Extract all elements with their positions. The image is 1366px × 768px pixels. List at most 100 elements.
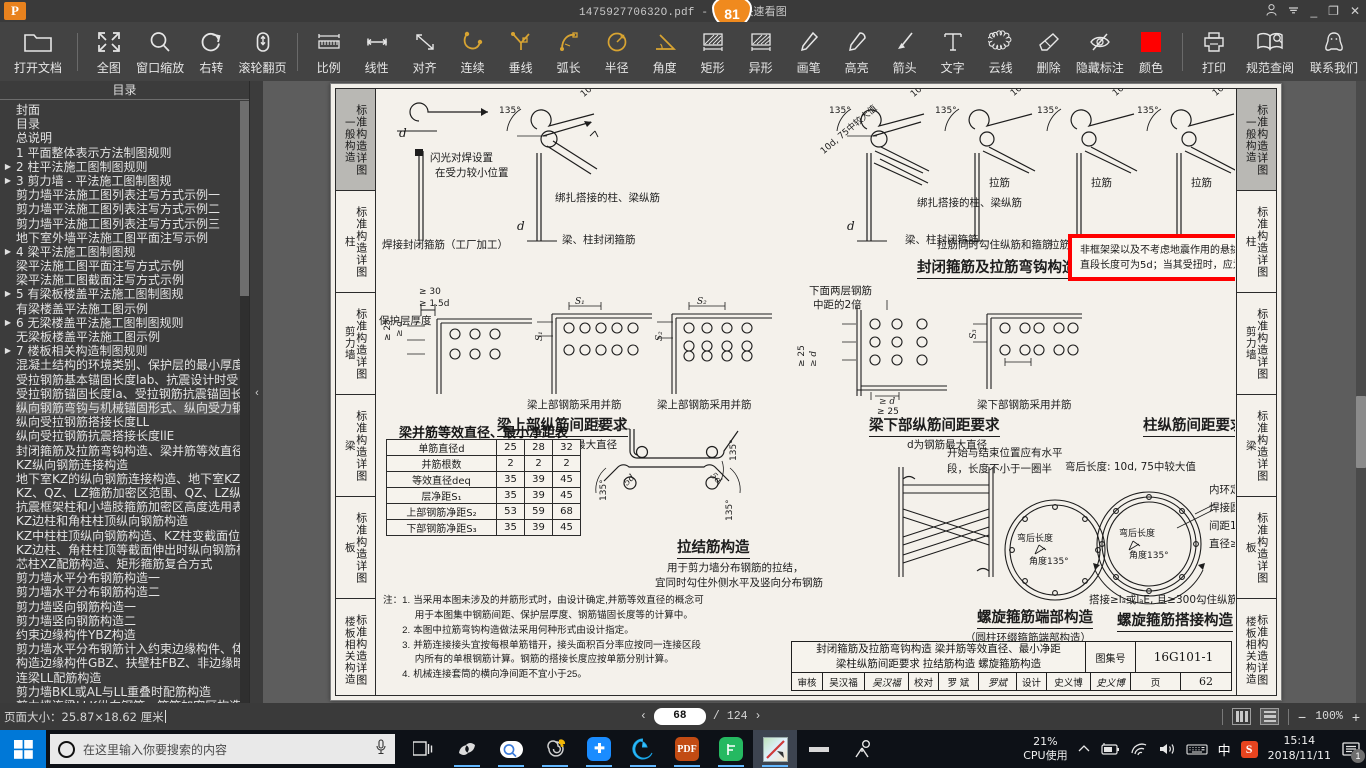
open-document-button[interactable]: 打开文档	[6, 24, 70, 80]
document-scrollbar[interactable]	[1356, 81, 1366, 703]
toc-scrollbar[interactable]	[240, 101, 249, 703]
windows-start-icon[interactable]	[0, 730, 46, 768]
task-view-icon[interactable]	[401, 730, 445, 768]
scale-button[interactable]: 比例	[305, 24, 353, 80]
toc-item[interactable]: 剪力墙竖向钢筋构造一	[0, 600, 241, 614]
expand-arrow-icon[interactable]: ▶	[0, 287, 16, 301]
keyboard-icon[interactable]	[1186, 743, 1208, 756]
window-icon[interactable]	[797, 730, 841, 768]
delete-button[interactable]: 删除	[1025, 24, 1073, 80]
toc-item[interactable]: 纵向受拉钢筋抗震搭接长度llE	[0, 429, 241, 443]
toc-item[interactable]: 剪力墙BKL或AL与LL重叠时配筋构造	[0, 685, 241, 699]
expand-arrow-icon[interactable]: ▶	[0, 245, 16, 259]
pen-button[interactable]: 画笔	[785, 24, 833, 80]
perpendicular-button[interactable]: 垂线	[497, 24, 545, 80]
toc-item[interactable]: 剪力墙平法施工图列表注写方式示例三	[0, 217, 241, 231]
battery-icon[interactable]	[1100, 742, 1120, 756]
wifi-icon[interactable]	[1130, 742, 1148, 756]
toc-item[interactable]: 混凝土结构的环境类别、保护层的最小厚度	[0, 358, 241, 372]
window-zoom-button[interactable]: 窗口缩放	[133, 24, 187, 80]
toc-item[interactable]: 地下室KZ的纵向钢筋连接构造、地下室KZ的	[0, 472, 241, 486]
toc-item[interactable]: 1 平面整体表示方法制图规则	[0, 146, 241, 160]
page-index-tab[interactable]: 柱标准构造详图	[336, 191, 375, 293]
page-index-tab[interactable]: 梁标准构造详图	[1237, 395, 1276, 497]
cloud-line-button[interactable]: 云线	[977, 24, 1025, 80]
app-s-icon[interactable]	[445, 730, 489, 768]
text-button[interactable]: 文字	[929, 24, 977, 80]
blue-app-icon[interactable]	[577, 730, 621, 768]
sogou-ime-icon[interactable]: S	[1240, 740, 1258, 758]
toc-item[interactable]: ▶ 3 剪力墙 - 平法施工图制图规	[0, 174, 241, 188]
toc-scroll-thumb[interactable]	[240, 101, 249, 296]
page-index-tab[interactable]: 楼板相关构造 标准构造详图	[1237, 599, 1276, 701]
toc-item[interactable]: 纵向受拉钢筋搭接长度LL	[0, 415, 241, 429]
angle-button[interactable]: 角度	[641, 24, 689, 80]
toc-item[interactable]: KZ边柱和角柱柱顶纵向钢筋构造	[0, 514, 241, 528]
toc-item[interactable]: 纵向钢筋弯钩与机械锚固形式、纵向受力钢	[0, 400, 241, 416]
toc-item[interactable]: 剪力墙竖向钢筋构造二	[0, 614, 241, 628]
green-tool-icon[interactable]	[709, 730, 753, 768]
expand-arrow-icon[interactable]: ▶	[0, 160, 16, 174]
toc-item[interactable]: 剪力墙水平分布钢筋构造二	[0, 585, 241, 599]
green-browser-icon[interactable]	[621, 730, 665, 768]
toc-item[interactable]: ▶ 7 楼板相关构造制图规则	[0, 344, 241, 358]
document-viewport[interactable]: 一般构造 标准构造详图柱标准构造详图 剪力墙 标准构造详图梁标准构造详图板标准构造详图…	[263, 81, 1366, 703]
account-icon[interactable]	[1266, 3, 1277, 19]
chevron-down-icon[interactable]	[1288, 4, 1299, 18]
continuous-button[interactable]: 连续	[449, 24, 497, 80]
notifications-icon[interactable]: 1	[1341, 739, 1365, 763]
toc-item[interactable]: 剪力墙平法施工图列表注写方式示例二	[0, 202, 241, 216]
single-page-icon[interactable]	[1232, 708, 1252, 725]
toc-item[interactable]: 剪力墙水平分布钢筋构造一	[0, 571, 241, 585]
toc-item[interactable]: ▶ 2 柱平法施工图制图规则	[0, 160, 241, 174]
search-input[interactable]: 在这里输入你要搜索的内容	[50, 734, 395, 764]
page-index-tab[interactable]: 剪力墙 标准构造详图	[1237, 293, 1276, 395]
toc-item[interactable]: 梁平法施工图截面注写方式示例	[0, 273, 241, 287]
highlight-button[interactable]: 高亮	[833, 24, 881, 80]
toc-item[interactable]: 受拉钢筋锚固长度la、受拉钢筋抗震锚固长	[0, 387, 241, 401]
expand-arrow-icon[interactable]: ▶	[0, 174, 16, 188]
toc-item[interactable]: KZ纵向钢筋连接构造	[0, 458, 241, 472]
page-index-tab[interactable]: 一般构造 标准构造详图	[1237, 89, 1276, 191]
polygon-button[interactable]: 异形	[737, 24, 785, 80]
radius-button[interactable]: 半径	[593, 24, 641, 80]
toc-item[interactable]: 无梁板楼盖平法施工图示例	[0, 330, 241, 344]
contact-us-button[interactable]: 联系我们	[1302, 24, 1366, 80]
print-button[interactable]: 打印	[1190, 24, 1238, 80]
arrow-button[interactable]: 箭头	[881, 24, 929, 80]
align-button[interactable]: 对齐	[401, 24, 449, 80]
toc-item[interactable]: 构造边缘构件GBZ、扶壁柱FBZ、非边缘暗柱	[0, 656, 241, 670]
toc-item[interactable]: ▶ 4 梁平法施工图制图规	[0, 245, 241, 259]
rotate-right-button[interactable]: 右转	[187, 24, 235, 80]
toc-item[interactable]: KZ中柱柱顶纵向钢筋构造、KZ柱变截面位置	[0, 529, 241, 543]
toc-item[interactable]: 目录	[0, 117, 241, 131]
sidebar-collapse-handle[interactable]: ‹	[251, 380, 263, 406]
toc-item[interactable]: 有梁楼盖平法施工图示例	[0, 302, 241, 316]
hide-annotations-button[interactable]: 隐藏标注	[1073, 24, 1127, 80]
red-annotation-box[interactable]: 非框架梁以及不考虑地震作用的悬挑梁，箍筋及拉筋弯钩平 直段长度可为5d；当其受扭…	[1068, 234, 1235, 281]
fit-page-button[interactable]: 全图	[85, 24, 133, 80]
toc-item[interactable]: ▶ 5 有梁板楼盖平法施工图制图规	[0, 287, 241, 301]
document-scroll-thumb[interactable]	[1356, 396, 1366, 468]
page-left-index-tabs[interactable]: 一般构造 标准构造详图柱标准构造详图 剪力墙 标准构造详图梁标准构造详图板标准构造详图…	[336, 89, 376, 695]
toc-item[interactable]: 剪力墙水平分布钢筋计入约束边缘构件、体	[0, 642, 241, 656]
rectangle-button[interactable]: 矩形	[689, 24, 737, 80]
page-index-tab[interactable]: 一般构造 标准构造详图	[336, 89, 375, 191]
restore-button[interactable]: ❐	[1328, 4, 1339, 18]
volume-icon[interactable]	[1158, 742, 1176, 756]
close-button[interactable]: ✕	[1350, 4, 1360, 18]
current-page-input[interactable]: 68	[653, 708, 706, 725]
spiral-icon[interactable]	[533, 730, 577, 768]
linear-button[interactable]: 线性	[353, 24, 401, 80]
pdf-icon[interactable]: PDF	[665, 730, 709, 768]
prev-page-button[interactable]: ‹	[640, 710, 647, 723]
zoom-in-button[interactable]: +	[1352, 709, 1360, 725]
page-index-tab[interactable]: 板标准构造详图	[1237, 497, 1276, 599]
next-page-button[interactable]: ›	[755, 710, 762, 723]
page-index-tab[interactable]: 柱标准构造详图	[1237, 191, 1276, 293]
zoom-out-button[interactable]: −	[1298, 709, 1306, 725]
expand-arrow-icon[interactable]: ▶	[0, 344, 16, 358]
toc-item[interactable]: 芯柱XZ配筋构造、矩形箍筋复合方式	[0, 557, 241, 571]
toc-item[interactable]: 受拉钢筋基本锚固长度lab、抗震设计时受	[0, 373, 241, 387]
toc-item[interactable]: 封闭箍筋及拉筋弯钩构造、梁并筋等效直径	[0, 444, 241, 458]
